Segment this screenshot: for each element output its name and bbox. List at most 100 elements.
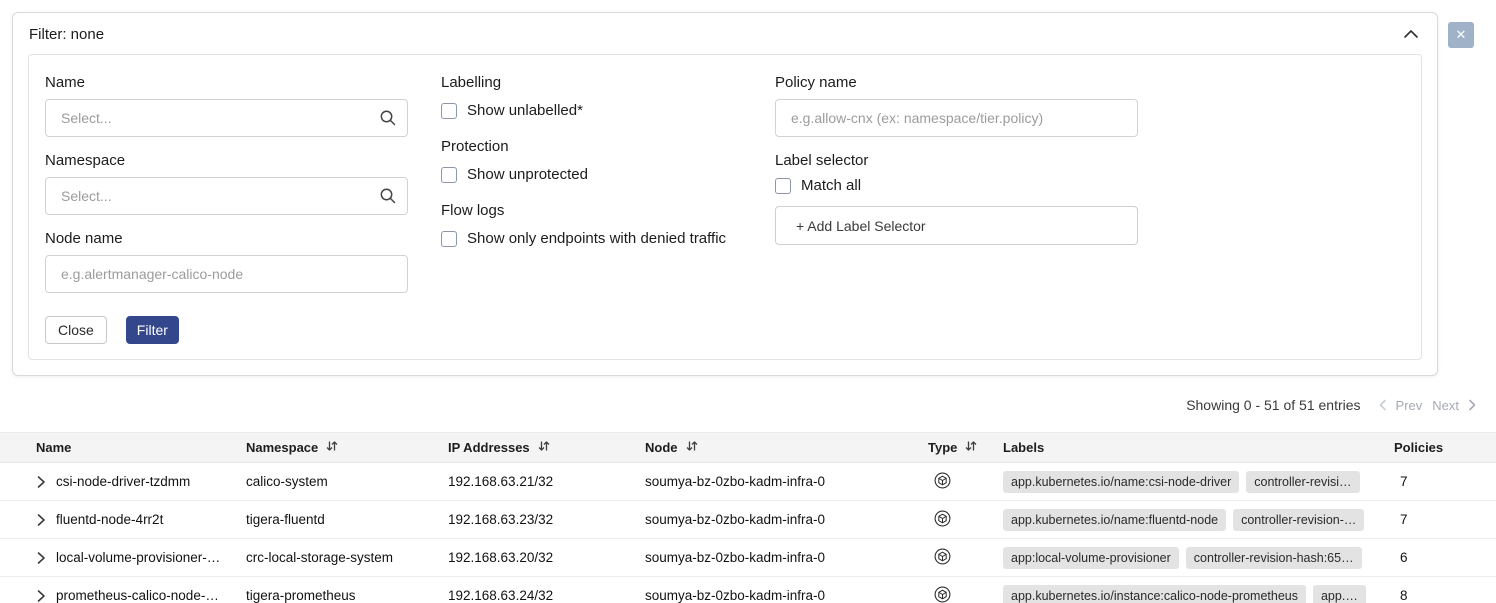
- endpoint-policies-count: 6: [1394, 539, 1496, 577]
- endpoint-policies-count: 8: [1394, 577, 1496, 603]
- endpoint-ip: 192.168.63.21/32: [448, 463, 645, 501]
- column-header-labels: Labels: [1003, 433, 1394, 463]
- denied-traffic-label: Show only endpoints with denied traffic: [467, 230, 726, 247]
- label-pill: controller-revision-hash:65…: [1186, 547, 1362, 569]
- column-label: IP Addresses: [448, 440, 530, 455]
- show-unprotected-checkbox-row[interactable]: Show unprotected: [441, 166, 751, 183]
- table-header-row: Name Namespace IP Addresses Node: [0, 433, 1496, 463]
- collapse-filter-button[interactable]: [1403, 27, 1419, 42]
- close-icon: ✕: [1456, 27, 1467, 42]
- show-unprotected-label: Show unprotected: [467, 166, 588, 183]
- endpoint-policies-count: 7: [1394, 463, 1496, 501]
- namespace-select-input[interactable]: [45, 177, 408, 215]
- namespace-select-wrap: [45, 177, 408, 215]
- name-select-input[interactable]: [45, 99, 408, 137]
- chevron-left-icon[interactable]: [1375, 399, 1391, 411]
- name-select-wrap: [45, 99, 408, 137]
- policy-name-field-label: Policy name: [775, 74, 1138, 91]
- table-row[interactable]: fluentd-node-4rr2t tigera-fluentd 192.16…: [0, 501, 1496, 539]
- expand-row-icon[interactable]: [36, 475, 46, 489]
- filter-title: Filter: none: [29, 26, 104, 43]
- expand-row-icon[interactable]: [36, 513, 46, 527]
- labelling-heading: Labelling: [441, 74, 751, 91]
- search-icon: [379, 187, 397, 210]
- add-label-selector-button[interactable]: + Add Label Selector: [775, 206, 1138, 245]
- dismiss-panel-button[interactable]: ✕: [1448, 22, 1474, 48]
- table-row[interactable]: prometheus-calico-node-… tigera-promethe…: [0, 577, 1496, 603]
- label-pill: controller-revisi…: [1246, 471, 1359, 493]
- column-header-ip-addresses[interactable]: IP Addresses: [448, 433, 645, 463]
- close-button[interactable]: Close: [45, 316, 107, 344]
- show-unlabelled-checkbox[interactable]: [441, 103, 457, 119]
- column-label: Policies: [1394, 440, 1443, 455]
- endpoint-node: soumya-bz-0zbo-kadm-infra-0: [645, 539, 928, 577]
- endpoint-ip: 192.168.63.20/32: [448, 539, 645, 577]
- column-label: Name: [36, 440, 71, 455]
- column-header-name: Name: [0, 433, 246, 463]
- column-header-policies: Policies: [1394, 433, 1496, 463]
- endpoint-policies-count: 7: [1394, 501, 1496, 539]
- sort-icon[interactable]: [685, 439, 699, 456]
- namespace-field-label: Namespace: [45, 152, 408, 169]
- node-name-field-label: Node name: [45, 230, 408, 247]
- filter-form: Name Namespace Node name: [28, 54, 1422, 360]
- match-all-checkbox[interactable]: [775, 178, 791, 194]
- endpoint-ip: 192.168.63.24/32: [448, 577, 645, 603]
- label-selector-heading: Label selector: [775, 152, 1138, 169]
- protection-heading: Protection: [441, 138, 751, 155]
- column-header-type[interactable]: Type: [928, 433, 1003, 463]
- expand-row-icon[interactable]: [36, 551, 46, 565]
- expand-row-icon[interactable]: [36, 589, 46, 603]
- sort-icon[interactable]: [964, 439, 978, 456]
- label-pill: app.kubernetes.io/name:fluentd-node: [1003, 509, 1226, 531]
- sort-icon[interactable]: [537, 439, 551, 456]
- pod-icon: [934, 472, 951, 492]
- filter-panel: Filter: none Name Namespace: [12, 12, 1438, 376]
- endpoint-name: prometheus-calico-node-…: [56, 588, 219, 603]
- endpoints-table: Name Namespace IP Addresses Node: [0, 432, 1496, 603]
- label-pill: app.kubernetes.io/name:csi-node-driver: [1003, 471, 1239, 493]
- node-name-input[interactable]: [45, 255, 408, 293]
- denied-traffic-checkbox[interactable]: [441, 231, 457, 247]
- endpoints-page: Filter: none Name Namespace: [0, 0, 1496, 603]
- table-row[interactable]: csi-node-driver-tzdmm calico-system 192.…: [0, 463, 1496, 501]
- column-label: Labels: [1003, 440, 1044, 455]
- policy-name-input-wrap: [775, 99, 1138, 137]
- denied-traffic-checkbox-row[interactable]: Show only endpoints with denied traffic: [441, 230, 751, 247]
- column-label: Namespace: [246, 440, 318, 455]
- label-pill: app.…: [1313, 585, 1366, 603]
- label-pill: controller-revision-…: [1233, 509, 1364, 531]
- next-page-button[interactable]: Next: [1432, 398, 1459, 413]
- filter-column-left: Name Namespace Node name: [45, 74, 408, 344]
- show-unlabelled-label: Show unlabelled*: [467, 102, 583, 119]
- match-all-label: Match all: [801, 177, 861, 194]
- filter-column-right: Policy name Label selector Match all + A…: [775, 74, 1138, 245]
- node-name-input-wrap: [45, 255, 408, 293]
- endpoint-namespace: crc-local-storage-system: [246, 539, 448, 577]
- show-unprotected-checkbox[interactable]: [441, 167, 457, 183]
- endpoint-node: soumya-bz-0zbo-kadm-infra-0: [645, 501, 928, 539]
- endpoint-name: fluentd-node-4rr2t: [56, 512, 163, 527]
- endpoint-namespace: calico-system: [246, 463, 448, 501]
- filter-button[interactable]: Filter: [126, 316, 179, 344]
- pod-icon: [934, 548, 951, 568]
- pod-icon: [934, 586, 951, 603]
- sort-icon[interactable]: [325, 439, 339, 456]
- table-row[interactable]: local-volume-provisioner-… crc-local-sto…: [0, 539, 1496, 577]
- endpoint-name: local-volume-provisioner-…: [56, 550, 220, 565]
- column-header-node[interactable]: Node: [645, 433, 928, 463]
- column-label: Node: [645, 440, 678, 455]
- show-unlabelled-checkbox-row[interactable]: Show unlabelled*: [441, 102, 751, 119]
- prev-page-button[interactable]: Prev: [1396, 398, 1423, 413]
- policy-name-input[interactable]: [775, 99, 1138, 137]
- endpoint-node: soumya-bz-0zbo-kadm-infra-0: [645, 577, 928, 603]
- search-icon: [379, 109, 397, 132]
- chevron-right-icon[interactable]: [1464, 399, 1480, 411]
- pod-icon: [934, 510, 951, 530]
- endpoint-namespace: tigera-prometheus: [246, 577, 448, 603]
- chevron-up-icon: [1403, 27, 1419, 42]
- label-pill: app.kubernetes.io/instance:calico-node-p…: [1003, 585, 1306, 603]
- match-all-checkbox-row[interactable]: Match all: [775, 177, 1138, 194]
- column-header-namespace[interactable]: Namespace: [246, 433, 448, 463]
- endpoint-ip: 192.168.63.23/32: [448, 501, 645, 539]
